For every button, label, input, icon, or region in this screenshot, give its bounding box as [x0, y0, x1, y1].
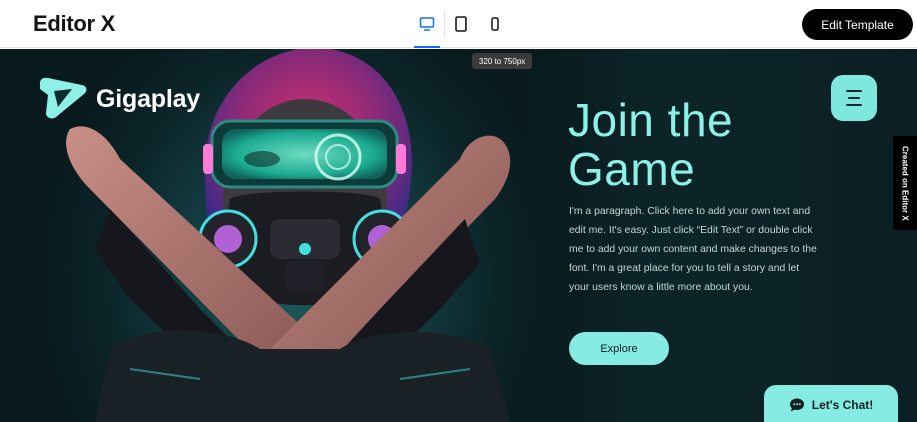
breakpoint-tooltip: 320 to 750px	[472, 53, 533, 69]
created-on-label: Created on Editor X	[900, 145, 910, 221]
gigaplay-logo[interactable]: Gigaplay	[38, 77, 200, 121]
menu-line	[848, 97, 860, 99]
gigaplay-logo-icon	[40, 77, 87, 119]
hero-heading-line2: Game	[568, 143, 696, 195]
desktop-icon	[419, 17, 435, 31]
menu-line	[846, 104, 862, 106]
hero-paragraph: I'm a paragraph. Click here to add your …	[569, 206, 817, 293]
tablet-view-button[interactable]	[444, 0, 478, 48]
editor-x-logo[interactable]: Editor X	[33, 11, 115, 37]
hamburger-menu-button[interactable]	[831, 75, 877, 121]
editor-toolbar: Editor X Edit Template	[0, 0, 917, 48]
hero-heading-line1: Join the	[568, 94, 734, 146]
chat-bubble-icon	[789, 398, 804, 412]
chat-label: Let's Chat!	[811, 398, 874, 412]
created-on-editor-x-badge[interactable]: Created on Editor X	[893, 136, 917, 230]
site-hero-section: Gigaplay Join the Game I'm a paragraph. …	[0, 49, 917, 422]
edit-template-button[interactable]: Edit Template	[802, 9, 913, 40]
lets-chat-button[interactable]: Let's Chat!	[764, 385, 898, 422]
mobile-icon	[491, 17, 499, 31]
mobile-view-button[interactable]	[478, 0, 512, 48]
explore-button[interactable]: Explore	[569, 332, 669, 365]
tablet-icon	[455, 16, 467, 32]
desktop-view-button[interactable]	[410, 0, 444, 48]
hero-heading: Join the Game	[568, 96, 828, 194]
device-switcher	[410, 0, 512, 48]
device-divider	[444, 10, 445, 38]
logo-text: Gigaplay	[96, 84, 200, 113]
menu-line	[846, 90, 862, 92]
